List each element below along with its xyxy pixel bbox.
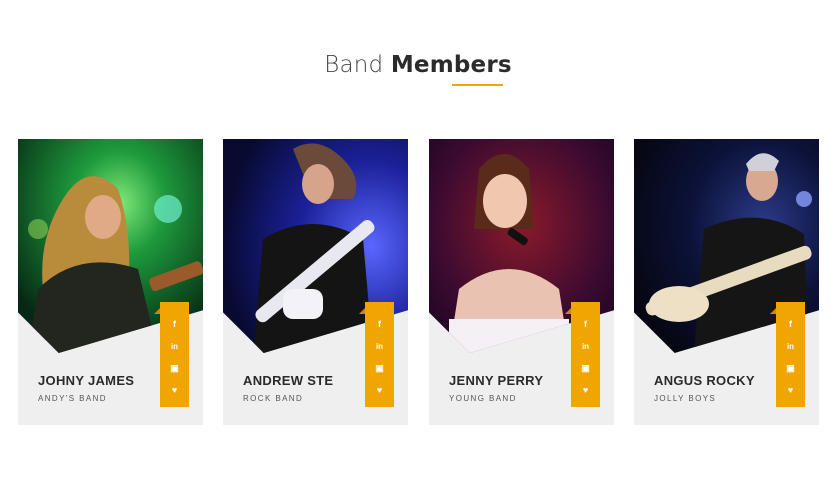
linkedin-icon[interactable]: in xyxy=(160,338,189,354)
youtube-icon[interactable]: ▣ xyxy=(160,360,189,376)
facebook-icon[interactable]: f xyxy=(571,316,600,332)
twitter-icon[interactable]: ♥ xyxy=(776,382,805,398)
section-title-bold: Members xyxy=(390,52,512,78)
linkedin-icon[interactable]: in xyxy=(571,338,600,354)
facebook-icon[interactable]: f xyxy=(776,316,805,332)
twitter-icon[interactable]: ♥ xyxy=(160,382,189,398)
facebook-icon[interactable]: f xyxy=(160,316,189,332)
member-band: YOUNG BAND xyxy=(449,394,517,403)
member-name: JENNY PERRY xyxy=(449,373,544,388)
youtube-icon[interactable]: ▣ xyxy=(571,360,600,376)
social-links: f in ▣ ♥ xyxy=(154,302,189,407)
member-band: ROCK BAND xyxy=(243,394,304,403)
member-card: JOHNY JAMES ANDY'S BAND f in ▣ ♥ xyxy=(18,139,203,425)
twitter-icon[interactable]: ♥ xyxy=(571,382,600,398)
member-name: ANGUS ROCKY xyxy=(654,373,755,388)
social-links: f in ▣ ♥ xyxy=(565,302,600,407)
member-band: ANDY'S BAND xyxy=(38,394,107,403)
twitter-icon[interactable]: ♥ xyxy=(365,382,394,398)
title-underline xyxy=(452,84,503,86)
section-title: Band Members xyxy=(0,52,836,78)
member-card: ANGUS ROCKY JOLLY BOYS f in ▣ ♥ xyxy=(634,139,819,425)
youtube-icon[interactable]: ▣ xyxy=(776,360,805,376)
linkedin-icon[interactable]: in xyxy=(365,338,394,354)
facebook-icon[interactable]: f xyxy=(365,316,394,332)
member-name: JOHNY JAMES xyxy=(38,373,135,388)
social-links: f in ▣ ♥ xyxy=(359,302,394,407)
member-name: ANDREW STE xyxy=(243,373,334,388)
member-card: ANDREW STE ROCK BAND f in ▣ ♥ xyxy=(223,139,408,425)
member-card: JENNY PERRY YOUNG BAND f in ▣ ♥ xyxy=(429,139,614,425)
social-links: f in ▣ ♥ xyxy=(770,302,805,407)
member-band: JOLLY BOYS xyxy=(654,394,717,403)
youtube-icon[interactable]: ▣ xyxy=(365,360,394,376)
linkedin-icon[interactable]: in xyxy=(776,338,805,354)
section-title-light: Band xyxy=(324,52,384,78)
